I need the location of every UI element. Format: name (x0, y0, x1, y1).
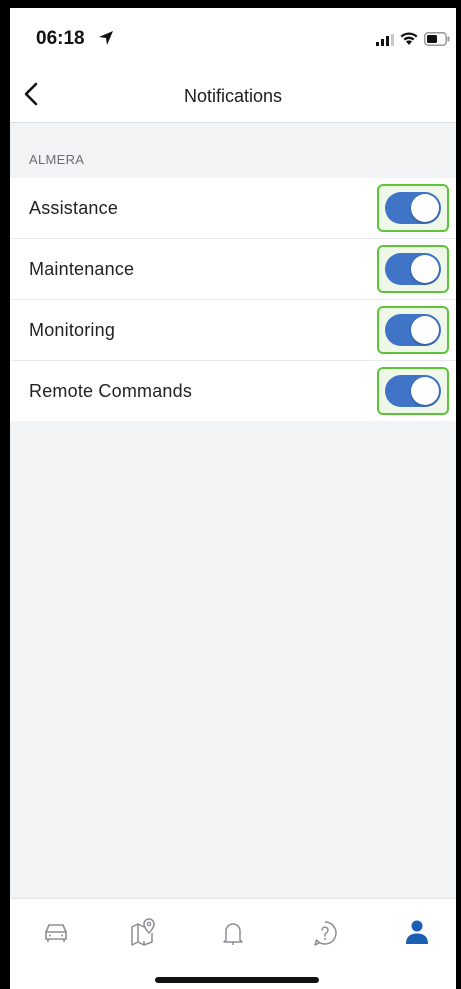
toggle-knob (411, 316, 439, 344)
toggle-knob (411, 194, 439, 222)
toggle-knob (411, 377, 439, 405)
toggle-knob (411, 255, 439, 283)
toggle-highlight (377, 245, 449, 293)
assistance-toggle[interactable] (385, 192, 441, 224)
setting-row-assistance: Assistance (10, 178, 456, 239)
location-arrow-icon (99, 31, 113, 45)
toggle-highlight (377, 306, 449, 354)
profile-icon (406, 920, 428, 944)
navigation-bar: Notifications (10, 68, 456, 123)
home-indicator (155, 977, 319, 983)
status-time: 06:18 (36, 28, 85, 49)
toggle-highlight (377, 184, 449, 232)
tab-notifications[interactable] (213, 913, 253, 953)
tab-map[interactable] (123, 913, 163, 953)
wifi-icon (400, 32, 418, 45)
cellular-signal-icon (376, 34, 394, 46)
setting-row-remote-commands: Remote Commands (10, 361, 456, 421)
maintenance-toggle[interactable] (385, 253, 441, 285)
map-pin-icon (131, 918, 155, 946)
battery-icon (424, 32, 450, 46)
help-icon (314, 921, 337, 946)
setting-label: Remote Commands (29, 381, 193, 401)
app-screen: 06:18 Notifications ALMERA Assistance Ma… (10, 8, 456, 989)
tab-help[interactable] (305, 913, 345, 953)
tab-profile[interactable] (397, 913, 437, 953)
remote-commands-toggle[interactable] (385, 375, 441, 407)
section-header: ALMERA (29, 152, 85, 167)
setting-label: Monitoring (29, 320, 116, 340)
setting-label: Assistance (29, 198, 119, 218)
tab-vehicle[interactable] (36, 913, 76, 953)
setting-row-monitoring: Monitoring (10, 300, 456, 361)
setting-label: Maintenance (29, 259, 135, 279)
status-bar: 06:18 (10, 8, 456, 68)
toggle-highlight (377, 367, 449, 415)
setting-row-maintenance: Maintenance (10, 239, 456, 300)
bell-icon (223, 923, 243, 945)
monitoring-toggle[interactable] (385, 314, 441, 346)
notification-settings-list: Assistance Maintenance Monitoring Remote… (10, 178, 456, 421)
tab-bar (10, 898, 456, 989)
page-title: Notifications (183, 86, 283, 106)
car-icon (45, 924, 67, 942)
